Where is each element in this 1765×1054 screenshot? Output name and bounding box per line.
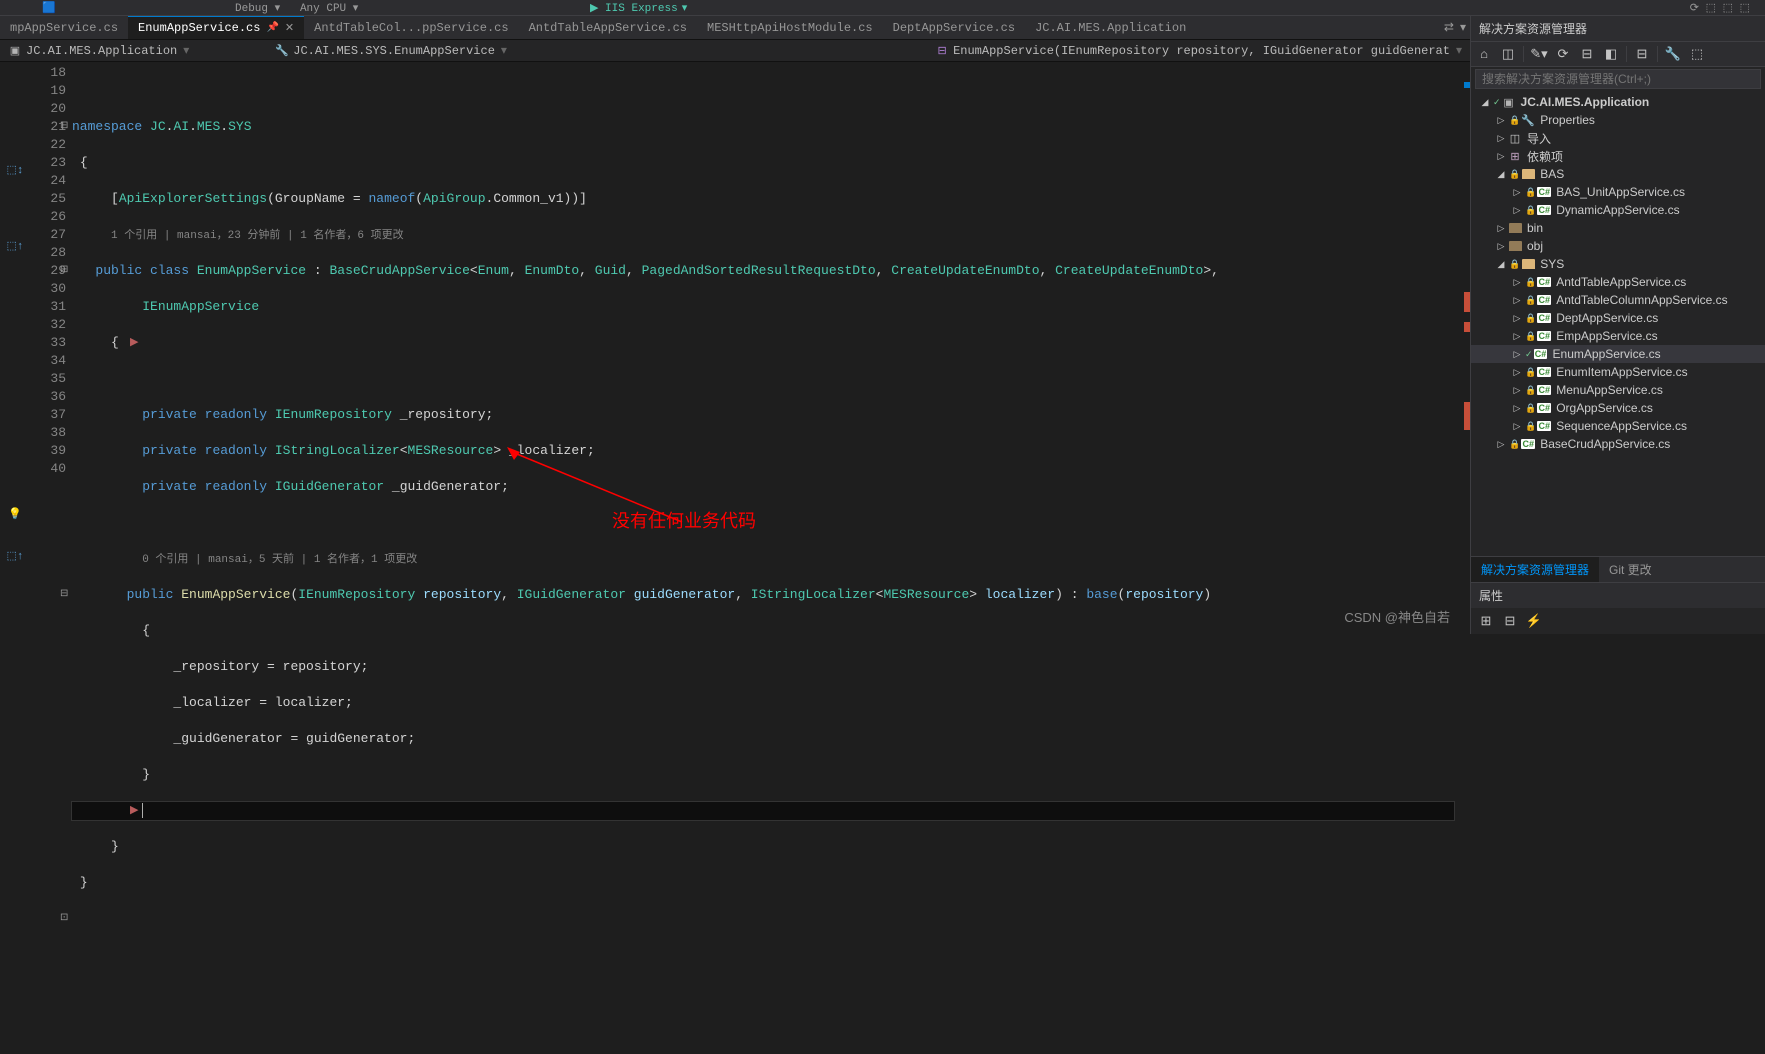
categorize-icon[interactable]: ⊞ [1477,612,1495,630]
pending-changes-icon[interactable]: ✎▾ [1530,45,1548,63]
document-tabs: mpAppService.cs EnumAppService.cs📌✕ Antd… [0,16,1470,40]
tab-antdtablecol[interactable]: AntdTableCol...ppService.cs [304,16,518,39]
filter-icon[interactable]: ⊟ [1578,45,1596,63]
breadcrumb-member[interactable]: ⊟EnumAppService(IEnumRepository reposito… [935,44,1450,58]
tree-file[interactable]: ▷🔒C#EmpAppService.cs [1471,327,1765,345]
code-suggestion-icon[interactable]: ⬚↑ [6,238,24,254]
fold-icon[interactable]: ⊟ [60,586,68,604]
fold-icon[interactable]: ⊟ [60,262,68,280]
tree-import[interactable]: ▷◫导入 [1471,129,1765,147]
preview-icon[interactable]: ⬚ [1688,45,1706,63]
show-all-icon[interactable]: ◧ [1602,45,1620,63]
tree-file[interactable]: ▷🔒C#AntdTableAppService.cs [1471,273,1765,291]
main-toolbar: 🟦 Debug ▾ Any CPU ▾ ▶ IIS Express ▾ ⟳ ⬚ … [0,0,1765,16]
tree-file[interactable]: ▷🔒C#SequenceAppService.cs [1471,417,1765,435]
breadcrumb-project[interactable]: ▣JC.AI.MES.Application [8,44,177,58]
tab-solution-explorer[interactable]: 解决方案资源管理器 [1471,557,1599,582]
tab-meshttp[interactable]: MESHttpApiHostModule.cs [697,16,883,39]
search-input[interactable] [1475,69,1761,89]
dropdown-icon[interactable]: ▾ [1460,20,1466,35]
tree-folder-bin[interactable]: ▷bin [1471,219,1765,237]
properties-panel: 属性 ⊞ ⊟ ⚡ [1471,582,1765,634]
fold-icon[interactable]: ⊡ [60,910,68,928]
tree-file[interactable]: ▷🔒C#EnumItemAppService.cs [1471,363,1765,381]
code-suggestion-icon[interactable]: ⬚↕ [6,162,24,178]
tree-file[interactable]: ▷🔒C#BAS_UnitAppService.cs [1471,183,1765,201]
collapse-icon[interactable]: ⊟ [1633,45,1651,63]
scroll-minimap[interactable] [1454,62,1470,634]
panel-title: 解决方案资源管理器 [1471,16,1765,41]
properties-icon[interactable]: 🔧 [1664,45,1682,63]
code-suggestion-icon[interactable]: ⬚↑ [6,548,24,564]
tab-antdtable[interactable]: AntdTableAppService.cs [519,16,697,39]
tree-project[interactable]: ◢✓▣JC.AI.MES.Application [1471,93,1765,111]
panel-toolbar: ⌂ ◫ ✎▾ ⟳ ⊟ ◧ ⊟ 🔧 ⬚ [1471,41,1765,67]
change-marker-icon: ▶ [130,334,138,352]
tab-mpappservice[interactable]: mpAppService.cs [0,16,128,39]
codelens[interactable]: 0 个引用 | mansai，5 天前 | 1 名作者，1 项更改 [142,554,417,566]
code-editor[interactable]: ⊟namespace JC.AI.MES.SYS { [ApiExplorerS… [72,62,1454,634]
tree-folder-sys[interactable]: ◢🔒SYS [1471,255,1765,273]
tree-properties[interactable]: ▷🔒🔧Properties [1471,111,1765,129]
tree-file[interactable]: ▷🔒C#OrgAppService.cs [1471,399,1765,417]
line-numbers: 1819202122232425262728293031323334353637… [30,62,72,634]
run-button[interactable]: ▶ IIS Express ▾ [590,1,687,15]
tab-project[interactable]: JC.AI.MES.Application [1025,16,1196,39]
tree-file[interactable]: ▷🔒C#MenuAppService.cs [1471,381,1765,399]
sync-icon[interactable]: ⟳ [1554,45,1572,63]
codelens[interactable]: 1 个引用 | mansai，23 分钟前 | 1 名作者，6 项更改 [111,230,404,242]
home-icon[interactable]: ⌂ [1475,45,1493,63]
breadcrumb: ▣JC.AI.MES.Application ▾ 🔧JC.AI.MES.SYS.… [0,40,1470,62]
tab-dept[interactable]: DeptAppService.cs [883,16,1025,39]
panel-tabs: 解决方案资源管理器 Git 更改 [1471,556,1765,582]
change-marker-icon: ▶ [130,802,138,820]
tree-folder-bas[interactable]: ◢🔒BAS [1471,165,1765,183]
events-icon[interactable]: ⚡ [1525,612,1543,630]
indicator-margin: ⬚↕ ⬚↑ 💡 ⬚↑ [0,62,30,634]
tree-file-enum[interactable]: ▷✓C#EnumAppService.cs [1471,345,1765,363]
pin-icon[interactable]: 📌 [266,22,278,34]
tab-git-changes[interactable]: Git 更改 [1599,557,1662,582]
tree-file[interactable]: ▷🔒C#BaseCrudAppService.cs [1471,435,1765,453]
alphabetical-icon[interactable]: ⊟ [1501,612,1519,630]
switch-view-icon[interactable]: ◫ [1499,45,1517,63]
tree-file[interactable]: ▷🔒C#DeptAppService.cs [1471,309,1765,327]
close-icon[interactable]: ✕ [285,21,294,35]
tree-folder-obj[interactable]: ▷obj [1471,237,1765,255]
tree-deps[interactable]: ▷⊞依赖项 [1471,147,1765,165]
overflow-icon[interactable]: ⇄ [1444,20,1454,35]
tab-enumappservice[interactable]: EnumAppService.cs📌✕ [128,16,304,39]
properties-title: 属性 [1471,583,1765,608]
debug-config[interactable]: Debug [235,3,268,15]
lightbulb-icon[interactable]: 💡 [6,506,24,522]
platform-config[interactable]: Any CPU [300,3,346,15]
breadcrumb-namespace[interactable]: 🔧JC.AI.MES.SYS.EnumAppService [275,44,495,58]
solution-tree: ◢✓▣JC.AI.MES.Application ▷🔒🔧Properties ▷… [1471,91,1765,556]
fold-icon[interactable]: ⊟ [60,118,68,136]
solution-explorer: 解决方案资源管理器 ⌂ ◫ ✎▾ ⟳ ⊟ ◧ ⊟ 🔧 ⬚ ◢✓▣JC.AI.ME… [1470,16,1765,634]
tree-file[interactable]: ▷🔒C#DynamicAppService.cs [1471,201,1765,219]
tree-file[interactable]: ▷🔒C#AntdTableColumnAppService.cs [1471,291,1765,309]
